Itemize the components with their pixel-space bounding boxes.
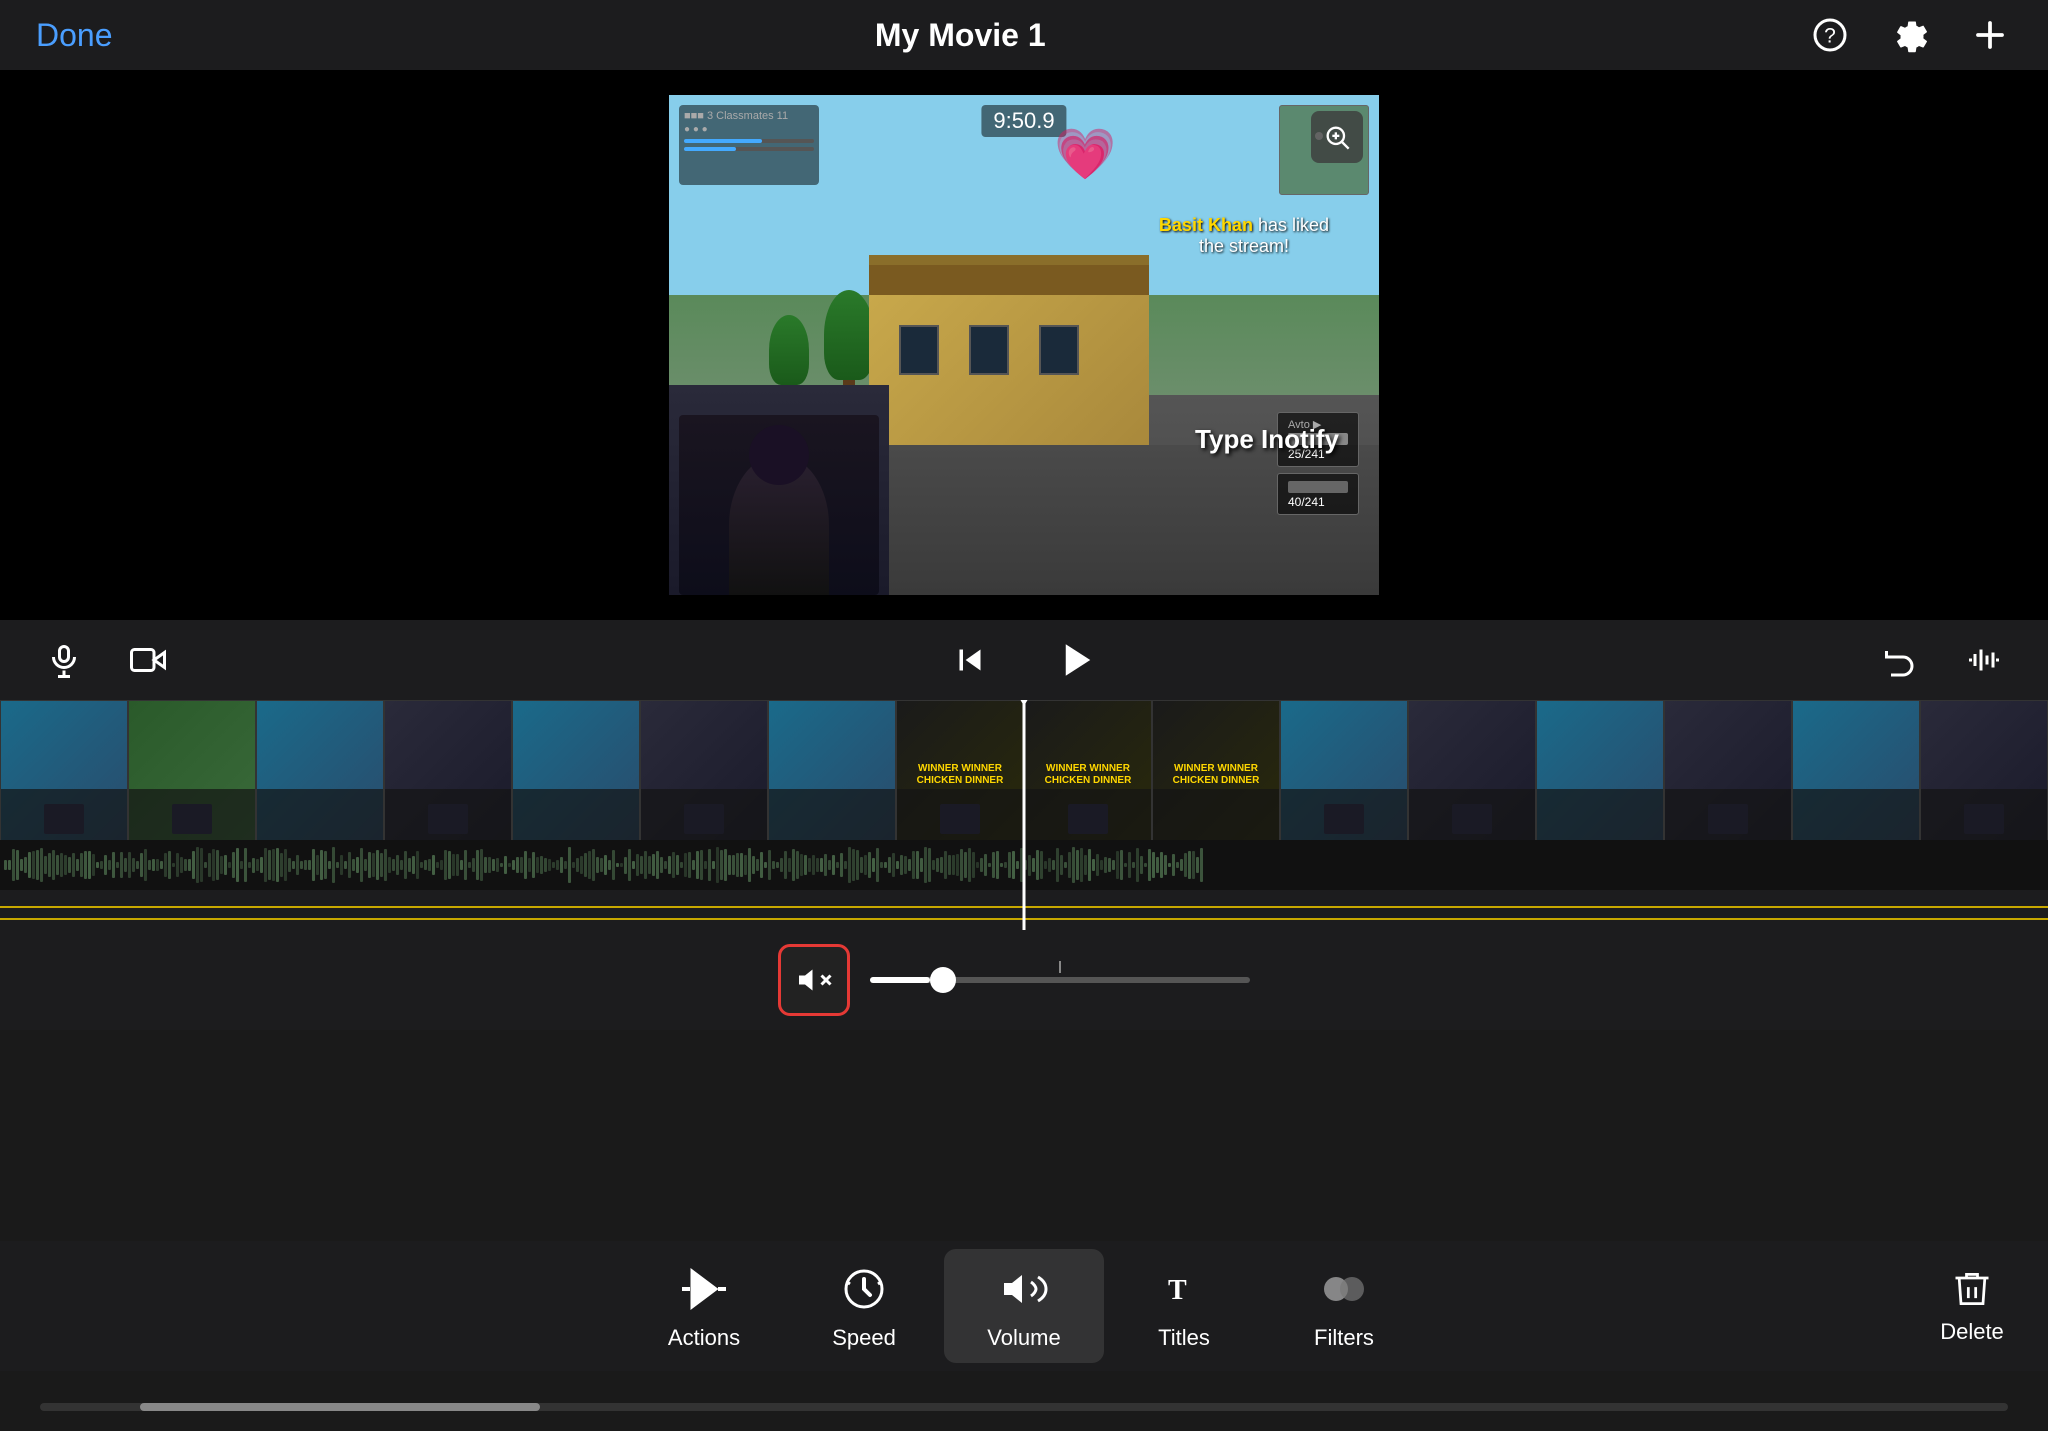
mute-button[interactable] xyxy=(778,944,850,1016)
speed-icon xyxy=(836,1261,892,1317)
volume-slider-container[interactable] xyxy=(870,977,1270,983)
movie-title: My Movie 1 xyxy=(875,17,1046,53)
actions-label: Actions xyxy=(668,1325,740,1351)
timeline-thumb-13 xyxy=(1536,700,1664,850)
volume-area xyxy=(0,930,2048,1030)
filters-icon xyxy=(1316,1261,1372,1317)
toolbar-filters[interactable]: Filters xyxy=(1264,1249,1424,1363)
volume-slider-fill xyxy=(870,977,930,983)
timeline-thumb-2 xyxy=(128,700,256,850)
timeline-thumb-9: WINNER WINNERCHICKEN DINNER xyxy=(1024,700,1152,850)
preview-area: 9:50.9 ■■■ 3 Classmates 11 ● ● ● 💗 Basit… xyxy=(0,70,2048,620)
waveform-button[interactable] xyxy=(1960,636,2008,684)
filters-label: Filters xyxy=(1314,1325,1374,1351)
camera-button[interactable] xyxy=(124,636,172,684)
timeline-thumb-16 xyxy=(1920,700,2048,850)
svg-text:T: T xyxy=(1168,1275,1187,1306)
notification-text: Basit Khan has likedthe stream! xyxy=(1159,215,1329,257)
volume-slider-track[interactable] xyxy=(870,977,1250,983)
timeline-thumb-7 xyxy=(768,700,896,850)
timeline-thumb-14 xyxy=(1664,700,1792,850)
timeline-thumb-6 xyxy=(640,700,768,850)
type-inotify-text: Type Inotify xyxy=(1195,424,1339,455)
speed-label: Speed xyxy=(832,1325,896,1351)
header-right: ? xyxy=(1808,13,2012,57)
playback-controls xyxy=(0,620,2048,700)
timeline-thumb-12 xyxy=(1408,700,1536,850)
scrollbar-track xyxy=(40,1403,2008,1411)
done-button[interactable]: Done xyxy=(36,17,113,54)
timeline-thumb-4 xyxy=(384,700,512,850)
settings-icon[interactable] xyxy=(1888,13,1932,57)
preview-video: 9:50.9 ■■■ 3 Classmates 11 ● ● ● 💗 Basit… xyxy=(669,95,1379,595)
scrollbar-thumb[interactable] xyxy=(140,1403,540,1411)
playhead xyxy=(1023,700,1026,930)
actions-icon xyxy=(676,1261,732,1317)
cam-overlay xyxy=(669,385,889,595)
toolbar-volume[interactable]: Volume xyxy=(944,1249,1104,1363)
zoom-button[interactable] xyxy=(1311,111,1363,163)
titles-label: Titles xyxy=(1158,1325,1210,1351)
timeline-thumb-10: WINNER WINNERCHICKEN DINNER xyxy=(1152,700,1280,850)
bottom-scrollbar[interactable] xyxy=(0,1403,2048,1411)
timeline-thumb-3 xyxy=(256,700,384,850)
titles-icon: T xyxy=(1156,1261,1212,1317)
timeline-thumb-15 xyxy=(1792,700,1920,850)
toolbar-titles[interactable]: T Titles xyxy=(1104,1249,1264,1363)
hud-heart: 💗 xyxy=(1054,125,1116,184)
mic-button[interactable] xyxy=(40,636,88,684)
ctrl-left xyxy=(40,636,172,684)
undo-button[interactable] xyxy=(1876,636,1924,684)
bottom-toolbar: Actions Speed Volume T T xyxy=(0,1241,2048,1371)
timeline-thumb-5 xyxy=(512,700,640,850)
weapon-slot-2: 40/241 xyxy=(1277,473,1359,515)
delete-button[interactable]: Delete xyxy=(1932,1241,2012,1371)
ctrl-center xyxy=(946,636,1102,684)
header-center: My Movie 1 xyxy=(875,17,1046,54)
timeline-thumb-11 xyxy=(1280,700,1408,850)
volume-tick-center xyxy=(1059,961,1061,973)
volume-slider-thumb[interactable] xyxy=(930,967,956,993)
header: Done My Movie 1 ? xyxy=(0,0,2048,70)
hud-scoreboard: ■■■ 3 Classmates 11 ● ● ● xyxy=(679,105,819,185)
timeline-thumb-1 xyxy=(0,700,128,850)
volume-label: Volume xyxy=(987,1325,1060,1351)
building-1 xyxy=(869,295,1149,455)
timeline-area[interactable]: WINNER WINNERCHICKEN DINNER WINNER WINNE… xyxy=(0,700,2048,930)
header-left: Done xyxy=(36,17,113,54)
volume-icon xyxy=(996,1261,1052,1317)
skip-back-button[interactable] xyxy=(946,636,994,684)
help-icon[interactable]: ? xyxy=(1808,13,1852,57)
ctrl-right xyxy=(1876,636,2008,684)
timeline-thumb-8: WINNER WINNERCHICKEN DINNER xyxy=(896,700,1024,850)
delete-label: Delete xyxy=(1940,1319,2004,1345)
toolbar-speed[interactable]: Speed xyxy=(784,1249,944,1363)
add-icon[interactable] xyxy=(1968,13,2012,57)
toolbar-actions[interactable]: Actions xyxy=(624,1249,784,1363)
svg-text:?: ? xyxy=(1824,25,1836,48)
play-button[interactable] xyxy=(1054,636,1102,684)
